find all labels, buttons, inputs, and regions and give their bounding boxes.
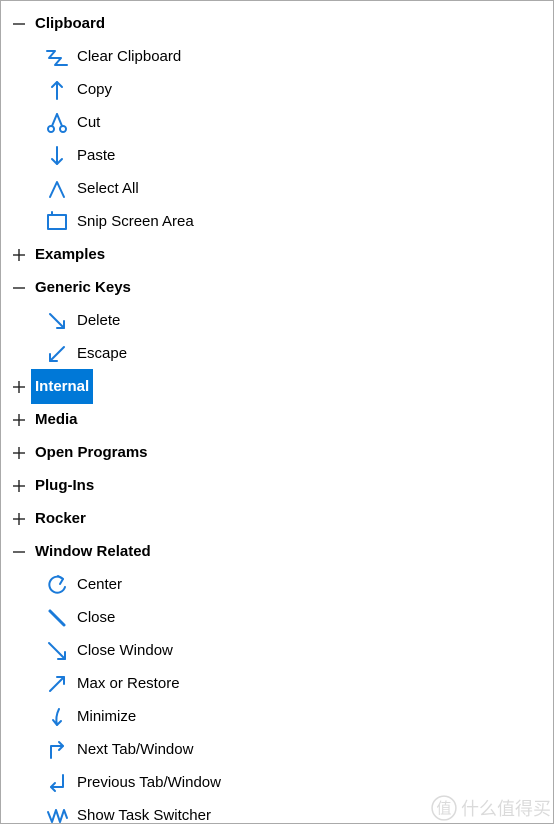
arrow-up-icon <box>43 78 71 102</box>
item-label[interactable]: Minimize <box>71 700 136 733</box>
tree-item-show-task-switcher[interactable]: Show Task Switcher <box>7 799 553 832</box>
expand-icon[interactable] <box>7 248 31 262</box>
group-label[interactable]: Clipboard <box>31 6 109 41</box>
item-label[interactable]: Delete <box>71 304 120 337</box>
group-label[interactable]: Window Related <box>31 534 155 569</box>
item-label[interactable]: Next Tab/Window <box>71 733 193 766</box>
item-label[interactable]: Cut <box>71 106 100 139</box>
tree-group-plug-ins[interactable]: Plug-Ins <box>7 469 553 502</box>
tree-group-rocker[interactable]: Rocker <box>7 502 553 535</box>
item-label[interactable]: Paste <box>71 139 115 172</box>
item-label[interactable]: Select All <box>71 172 139 205</box>
tree-item-close-window[interactable]: Close Window <box>7 634 553 667</box>
expand-icon[interactable] <box>7 413 31 427</box>
caret-up-icon <box>43 177 71 201</box>
group-label[interactable]: Examples <box>31 237 109 272</box>
expand-icon[interactable] <box>7 479 31 493</box>
item-label[interactable]: Escape <box>71 337 127 370</box>
tree-item-escape[interactable]: Escape <box>7 337 553 370</box>
action-tree-panel: ClipboardClear ClipboardCopyCutPasteSele… <box>0 0 554 824</box>
arrow-down-curved-icon <box>43 705 71 729</box>
tree-item-delete[interactable]: Delete <box>7 304 553 337</box>
tree-item-cut[interactable]: Cut <box>7 106 553 139</box>
item-label[interactable]: Clear Clipboard <box>71 40 181 73</box>
rotate-ccw-icon <box>43 573 71 597</box>
tree-group-media[interactable]: Media <box>7 403 553 436</box>
tree-item-center[interactable]: Center <box>7 568 553 601</box>
tree-group-generic-keys[interactable]: Generic Keys <box>7 271 553 304</box>
tree-group-clipboard[interactable]: Clipboard <box>7 7 553 40</box>
item-label[interactable]: Close <box>71 601 115 634</box>
tree-item-copy[interactable]: Copy <box>7 73 553 106</box>
expand-icon[interactable] <box>7 446 31 460</box>
item-label[interactable]: Center <box>71 568 122 601</box>
tree-group-examples[interactable]: Examples <box>7 238 553 271</box>
group-label[interactable]: Media <box>31 402 82 437</box>
group-label[interactable]: Plug-Ins <box>31 468 98 503</box>
collapse-icon[interactable] <box>7 281 31 295</box>
tree-item-snip-screen-area[interactable]: Snip Screen Area <box>7 205 553 238</box>
item-label[interactable]: Show Task Switcher <box>71 799 211 832</box>
item-label[interactable]: Max or Restore <box>71 667 180 700</box>
slash-dr-icon <box>43 606 71 630</box>
arrow-diag-ur-icon <box>43 672 71 696</box>
expand-icon[interactable] <box>7 380 31 394</box>
snip-rect-icon <box>43 210 71 234</box>
item-label[interactable]: Snip Screen Area <box>71 205 194 238</box>
arrow-diag-dr-long-icon <box>43 639 71 663</box>
expand-icon[interactable] <box>7 512 31 526</box>
tree-item-close[interactable]: Close <box>7 601 553 634</box>
tree-group-internal[interactable]: Internal <box>7 370 553 403</box>
group-label[interactable]: Internal <box>31 369 93 404</box>
arrow-diag-dr-icon <box>43 309 71 333</box>
scissors-loop-icon <box>43 111 71 135</box>
zigzag-icon <box>43 45 71 69</box>
group-label[interactable]: Rocker <box>31 501 90 536</box>
collapse-icon[interactable] <box>7 17 31 31</box>
arrow-down-icon <box>43 144 71 168</box>
tree-group-window-related[interactable]: Window Related <box>7 535 553 568</box>
group-label[interactable]: Open Programs <box>31 435 152 470</box>
collapse-icon[interactable] <box>7 545 31 559</box>
group-label[interactable]: Generic Keys <box>31 270 135 305</box>
item-label[interactable]: Close Window <box>71 634 173 667</box>
arrow-diag-dl-icon <box>43 342 71 366</box>
tree-item-prev-tab-window[interactable]: Previous Tab/Window <box>7 766 553 799</box>
tree-item-next-tab-window[interactable]: Next Tab/Window <box>7 733 553 766</box>
item-label[interactable]: Copy <box>71 73 112 106</box>
step-left-icon <box>43 771 71 795</box>
tree-item-select-all[interactable]: Select All <box>7 172 553 205</box>
item-label[interactable]: Previous Tab/Window <box>71 766 221 799</box>
tree-item-clear-clipboard[interactable]: Clear Clipboard <box>7 40 553 73</box>
tree-group-open-programs[interactable]: Open Programs <box>7 436 553 469</box>
tree-item-minimize[interactable]: Minimize <box>7 700 553 733</box>
tree-item-paste[interactable]: Paste <box>7 139 553 172</box>
step-right-icon <box>43 738 71 762</box>
tree-item-max-or-restore[interactable]: Max or Restore <box>7 667 553 700</box>
